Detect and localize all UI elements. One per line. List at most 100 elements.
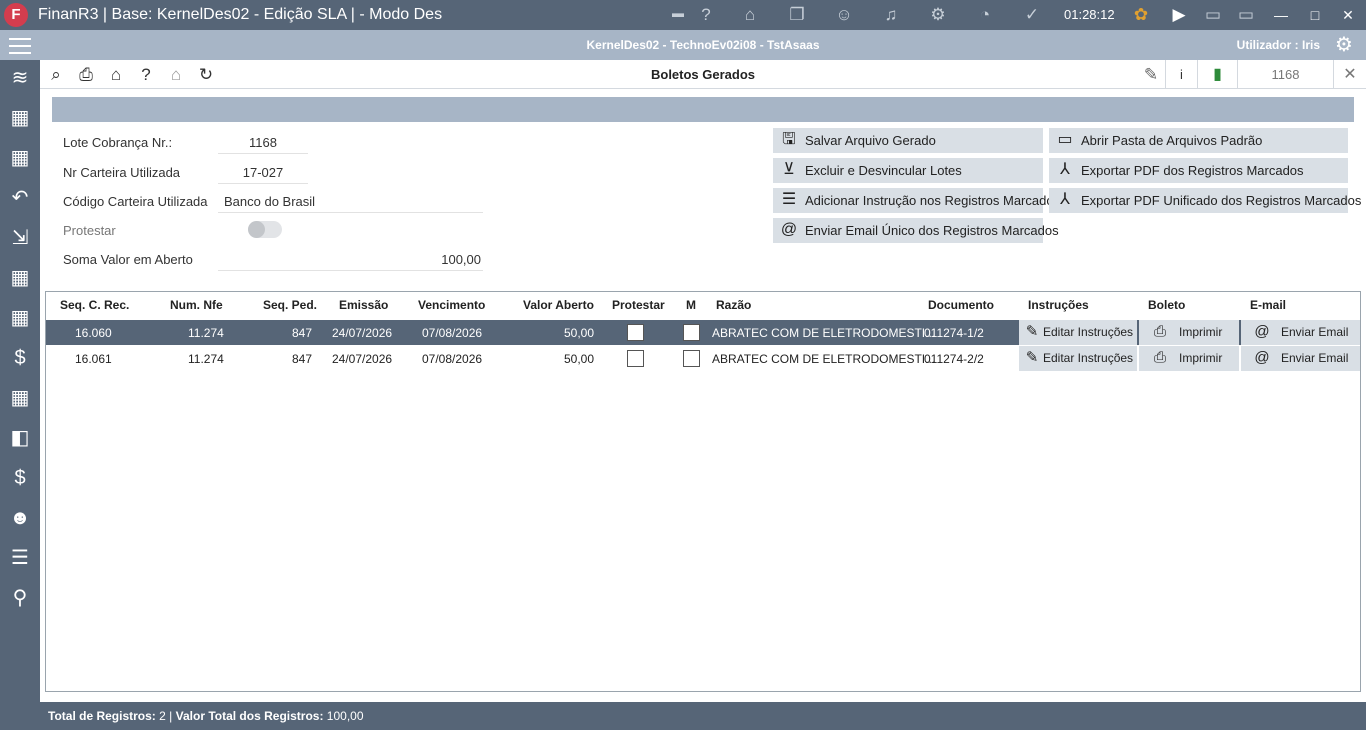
color-wheel-icon[interactable]: ✿	[1129, 4, 1153, 26]
col-m[interactable]: M	[686, 298, 696, 312]
help-icon[interactable]: ?	[694, 4, 718, 26]
money-filter-icon[interactable]: $	[4, 342, 36, 374]
enviar-email-button[interactable]: @ Enviar Email	[1241, 320, 1360, 345]
close-button[interactable]: ✕	[1335, 4, 1361, 26]
pdf-icon: ⅄	[1060, 161, 1070, 178]
session-bar: KernelDes02 - TechnoEv02i08 - TstAsaas U…	[0, 30, 1366, 60]
enviar-email-button[interactable]: @ Enviar Email	[1241, 346, 1360, 371]
valor-total-value: 100,00	[326, 709, 364, 723]
pin-icon[interactable]: ✎	[1139, 63, 1163, 87]
codigo-carteira-label: Código Carteira Utilizada	[63, 194, 208, 209]
toggle-knob	[248, 221, 265, 238]
bookmark-icon[interactable]: ▮	[1197, 60, 1237, 89]
cell-seq-rec: 16.061	[75, 352, 112, 366]
app-title: FinanR3 | Base: KernelDes02 - Edição SLA…	[38, 6, 443, 23]
keyboard-icon[interactable]: ▬	[666, 2, 690, 24]
col-valor-aberto[interactable]: Valor Aberto	[523, 298, 594, 312]
exportar-pdf-button[interactable]: ⅄ Exportar PDF dos Registros Marcados	[1049, 158, 1348, 183]
list-icon[interactable]: ☰	[4, 542, 36, 574]
col-vencimento[interactable]: Vencimento	[418, 298, 485, 312]
signal-icon[interactable]: ◧	[4, 422, 36, 454]
col-boleto[interactable]: Boleto	[1148, 298, 1185, 312]
clock: 01:28:12	[1064, 7, 1115, 22]
cell-razao: ABRATEC COM DE ELETRODOMESTI...	[712, 326, 936, 340]
carteira-field[interactable]: 17-027	[218, 165, 308, 184]
col-seq-rec[interactable]: Seq. C. Rec.	[60, 298, 129, 312]
col-email[interactable]: E-mail	[1250, 298, 1286, 312]
cell-num-nfe: 11.274	[188, 326, 224, 340]
salvar-arquivo-button[interactable]: 🖫 Salvar Arquivo Gerado	[773, 128, 1043, 153]
export-icon[interactable]: ⇲	[4, 222, 36, 254]
exportar-pdf-unificado-button[interactable]: ⅄ Exportar PDF Unificado dos Registros Ma…	[1049, 188, 1361, 213]
session-info: KernelDes02 - TechnoEv02i08 - TstAsaas	[586, 38, 820, 52]
valor-total-label: Valor Total dos Registros:	[175, 709, 324, 723]
pdf-icon: ⅄	[1060, 191, 1070, 208]
col-protestar[interactable]: Protestar	[612, 298, 665, 312]
close-window-icon[interactable]: ✕	[1333, 60, 1366, 89]
settings-gear-icon[interactable]: ⚙	[1332, 33, 1356, 57]
info-button[interactable]: i	[1165, 60, 1197, 89]
record-number: 1168	[1237, 60, 1333, 89]
codigo-carteira-field[interactable]: Banco do Brasil	[218, 194, 483, 213]
boletos-grid: Seq. C. Rec. Num. Nfe Seq. Ped. Emissão …	[45, 291, 1361, 692]
bank-icon[interactable]: ⌂	[738, 4, 762, 26]
calculator-funnel-icon[interactable]: ▦	[4, 382, 36, 414]
chat-icon[interactable]: ◔	[973, 4, 997, 26]
mark-checkbox[interactable]	[683, 350, 700, 367]
gear-icon[interactable]: ⚙	[926, 4, 950, 26]
col-documento[interactable]: Documento	[928, 298, 994, 312]
maximize-button[interactable]: □	[1302, 4, 1328, 26]
cell-documento: 011274-1/2	[924, 326, 984, 340]
money-funnel-icon[interactable]: $	[4, 462, 36, 494]
col-razao[interactable]: Razão	[716, 298, 751, 312]
check-icon[interactable]: ✓	[1020, 4, 1044, 26]
table-row[interactable]: 16.061 11.274 847 24/07/2026 07/08/2026 …	[46, 346, 1360, 371]
cell-documento: 011274-2/2	[924, 352, 984, 366]
abrir-pasta-button[interactable]: ▭ Abrir Pasta de Arquivos Padrão	[1049, 128, 1348, 153]
editar-instrucoes-button[interactable]: ✎ Editar Instruções	[1019, 320, 1137, 345]
user-icon[interactable]: ☺	[832, 4, 856, 26]
save-icon: 🖫	[782, 131, 796, 148]
col-emissao[interactable]: Emissão	[339, 298, 388, 312]
cell-valor: 50,00	[564, 326, 595, 340]
adicionar-instrucao-button[interactable]: ☰ Adicionar Instrução nos Registros Marca…	[773, 188, 1060, 213]
video-icon[interactable]: ▶	[1167, 4, 1191, 26]
pencil-icon: ✎	[1025, 323, 1039, 340]
col-instrucoes[interactable]: Instruções	[1028, 298, 1089, 312]
col-seq-ped[interactable]: Seq. Ped.	[263, 298, 317, 312]
window-toolbar: ⌕ ⎙ ⌂ ? ⌂ ↻ Boletos Gerados ✎ i ▮ 1168 ✕	[40, 60, 1366, 89]
excluir-lotes-button[interactable]: ⊻ Excluir e Desvincular Lotes	[773, 158, 1043, 183]
undo-icon[interactable]: ↶	[4, 182, 36, 214]
layers-icon[interactable]: ≋	[4, 62, 36, 94]
table-row[interactable]: 16.060 11.274 847 24/07/2026 07/08/2026 …	[46, 320, 1360, 345]
enviar-email-unico-button[interactable]: @ Enviar Email Único dos Registros Marcad…	[773, 218, 1059, 243]
people-icon[interactable]: ☻	[4, 502, 36, 534]
windows-icon[interactable]: ❐	[785, 4, 809, 26]
col-num-nfe[interactable]: Num. Nfe	[170, 298, 223, 312]
calculator-filter-icon[interactable]: ▦	[4, 262, 36, 294]
protestar-checkbox[interactable]	[627, 324, 644, 341]
monitor-icon[interactable]: ▭	[1234, 4, 1258, 26]
mark-checkbox[interactable]	[683, 324, 700, 341]
protestar-toggle[interactable]	[248, 221, 282, 238]
protestar-checkbox[interactable]	[627, 350, 644, 367]
sidebar: ≋ ▦ ▦ ↶ ⇲ ▦ ▦ $ ▦ ◧ $ ☻ ☰ ⚲	[0, 60, 40, 730]
cell-emissao: 24/07/2026	[332, 352, 393, 366]
cell-valor: 50,00	[564, 352, 595, 366]
cell-razao: ABRATEC COM DE ELETRODOMESTI...	[712, 352, 936, 366]
printer-icon: ⎙	[1153, 323, 1166, 340]
cell-emissao: 24/07/2026	[332, 326, 393, 340]
protestar-label: Protestar	[63, 223, 116, 238]
monitor-small-icon[interactable]: ▭	[1201, 4, 1225, 26]
editar-instrucoes-button[interactable]: ✎ Editar Instruções	[1019, 346, 1137, 371]
user-info: Utilizador : Iris	[1236, 38, 1320, 52]
calculator-filter-remove-icon[interactable]: ▦	[4, 302, 36, 334]
imprimir-button[interactable]: ⎙ Imprimir	[1139, 320, 1239, 345]
lote-field[interactable]: 1168	[218, 135, 308, 154]
minimize-button[interactable]: —	[1268, 4, 1294, 26]
calculator-add-icon[interactable]: ▦	[4, 102, 36, 134]
calculator-remove-icon[interactable]: ▦	[4, 142, 36, 174]
flow-check-icon[interactable]: ⚲	[4, 582, 36, 614]
bell-icon[interactable]: ♫	[879, 4, 903, 26]
imprimir-button[interactable]: ⎙ Imprimir	[1139, 346, 1239, 371]
